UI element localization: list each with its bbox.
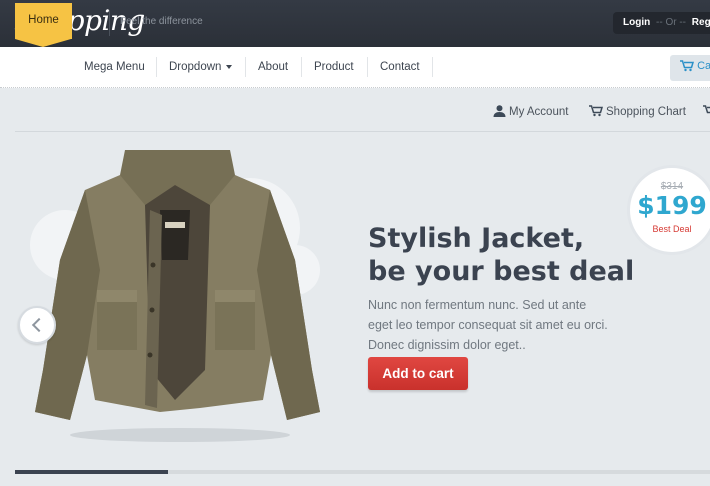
- chevron-left-icon: [31, 317, 47, 333]
- nav-home-flag: [15, 39, 71, 47]
- cart-button-label: Ca: [697, 60, 710, 72]
- login-link[interactable]: Login: [623, 17, 650, 28]
- top-bar: Shopping Feel the difference Login -- Or…: [0, 0, 710, 47]
- account-row-divider: [15, 131, 710, 132]
- price-badge: $314 $199 Best Deal: [627, 165, 710, 255]
- my-account-link[interactable]: My Account: [493, 105, 568, 118]
- tagline: Feel the difference: [120, 16, 203, 27]
- slider-progress-track: [15, 470, 710, 474]
- nav-item-dropdown-label: Dropdown: [169, 61, 222, 73]
- cart-icon: [703, 105, 710, 114]
- nav-item-contact[interactable]: Contact: [380, 47, 420, 87]
- hero-headline: Stylish Jacket, be your best deal: [368, 222, 668, 288]
- product-image-jacket: [35, 150, 320, 442]
- nav-divider: [245, 57, 246, 77]
- hero-headline-line2: be your best deal: [368, 256, 635, 287]
- shopping-chart-label: Shopping Chart: [606, 106, 686, 118]
- hero-headline-line1: Stylish Jacket,: [368, 223, 585, 254]
- nav-divider: [156, 57, 157, 77]
- cart-icon: [680, 60, 695, 72]
- hero-description: Nunc non fermentum nunc. Sed ut ante ege…: [368, 298, 608, 352]
- register-link[interactable]: Regist: [692, 17, 710, 28]
- cart-icon: [589, 105, 604, 117]
- extra-cart-icon-partial: [703, 105, 710, 118]
- slider-progress-fill: [15, 470, 168, 474]
- cart-button[interactable]: Ca: [670, 55, 710, 81]
- logo-divider: [109, 10, 110, 36]
- nav-item-dropdown[interactable]: Dropdown: [169, 47, 233, 87]
- nav-divider: [301, 57, 302, 77]
- slider-prev-button[interactable]: [18, 306, 56, 344]
- caret-down-icon: [226, 64, 233, 69]
- my-account-label: My Account: [509, 106, 569, 118]
- user-icon: [493, 105, 506, 117]
- nav-item-home[interactable]: Home: [15, 3, 72, 39]
- auth-box: Login -- Or -- Regist: [613, 12, 710, 34]
- nav-item-mega-menu[interactable]: Mega Menu: [84, 47, 145, 87]
- add-to-cart-button[interactable]: Add to cart: [368, 357, 468, 390]
- nav-divider: [432, 57, 433, 77]
- best-deal-label: Best Deal: [652, 224, 692, 234]
- nav-divider: [367, 57, 368, 77]
- shopping-chart-link[interactable]: Shopping Chart: [589, 105, 686, 118]
- or-separator: -- Or --: [656, 17, 686, 28]
- nav-item-about[interactable]: About: [258, 47, 288, 87]
- new-price: $199: [637, 191, 707, 220]
- nav-item-product[interactable]: Product: [314, 47, 354, 87]
